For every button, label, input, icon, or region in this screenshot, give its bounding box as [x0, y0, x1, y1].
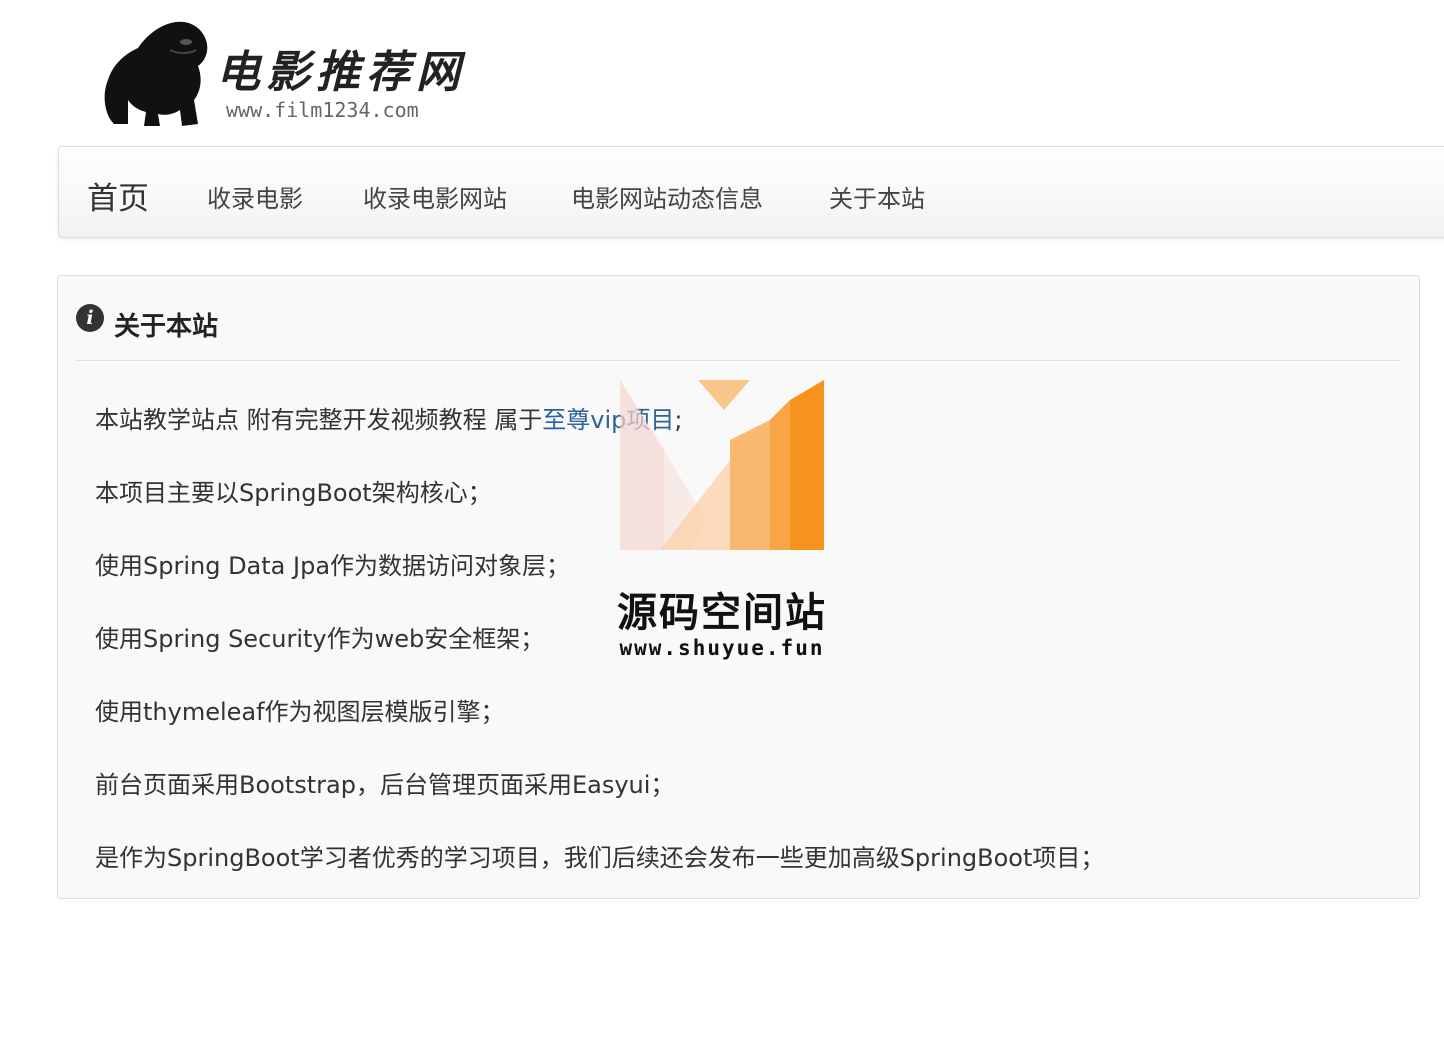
paragraph: 使用Spring Data Jpa作为数据访问对象层； [95, 552, 571, 580]
logo-title: 电影推荐网 [216, 47, 466, 98]
paragraph: 是作为SpringBoot学习者优秀的学习项目，我们后续还会发布一些更加高级Sp… [95, 844, 1105, 872]
logo-url: www.film1234.com [226, 98, 419, 122]
gorilla-logo-icon [104, 21, 208, 127]
watermark-name: 源码空间站 [617, 590, 827, 636]
watermark: 源码空间站 www.shuyue.fun [600, 380, 850, 670]
watermark-logo-icon [620, 380, 824, 550]
paragraph: 使用thymeleaf作为视图层模版引擎； [95, 698, 505, 726]
paragraph: 前台页面采用Bootstrap，后台管理页面采用Easyui； [95, 771, 675, 799]
intro-text: 本站教学站点 附有完整开发视频教程 属于 [95, 406, 543, 434]
site-logo[interactable]: 电影推荐网 www.film1234.com [94, 14, 474, 132]
paragraph: 使用Spring Security作为web安全框架； [95, 625, 545, 653]
intro-paragraph: 本站教学站点 附有完整开发视频教程 属于至尊vip项目; [95, 400, 682, 435]
panel-heading: i 关于本站 [76, 304, 1401, 344]
nav-home-brand[interactable]: 首页 [87, 173, 149, 218]
nav-item-movies[interactable]: 收录电影 [207, 179, 303, 214]
panel-title: 关于本站 [114, 312, 219, 342]
main-navbar: 首页 收录电影 收录电影网站 电影网站动态信息 关于本站 [58, 146, 1444, 238]
paragraph: 本项目主要以SpringBoot架构核心； [95, 479, 492, 507]
nav-item-movie-sites[interactable]: 收录电影网站 [363, 179, 507, 214]
nav-item-about[interactable]: 关于本站 [829, 179, 925, 214]
info-icon: i [76, 304, 104, 332]
watermark-url: www.shuyue.fun [619, 636, 825, 660]
nav-item-site-news[interactable]: 电影网站动态信息 [571, 179, 763, 214]
panel-divider [76, 360, 1401, 361]
